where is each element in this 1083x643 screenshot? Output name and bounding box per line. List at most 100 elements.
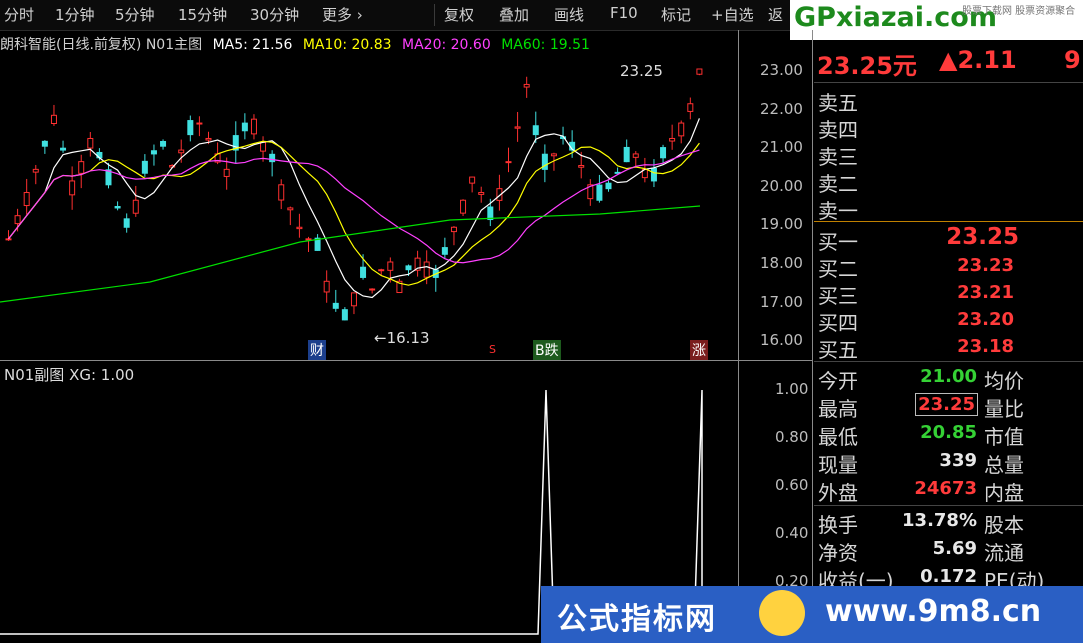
high-value: 23.25 bbox=[915, 393, 978, 416]
market-cap-label: 市值 bbox=[984, 425, 1024, 449]
candle-body bbox=[150, 150, 157, 155]
high-label: 最高 bbox=[818, 397, 858, 421]
candle-body bbox=[387, 261, 394, 271]
draw-line-button[interactable]: 画线 bbox=[554, 4, 584, 25]
ma5-line bbox=[8, 118, 700, 299]
tab-15min[interactable]: 15分钟 bbox=[178, 4, 227, 25]
inner-volume-label: 内盘 bbox=[984, 481, 1024, 505]
sell-signal-tag[interactable]: S bbox=[487, 343, 498, 356]
main-y-tick: 20.00 bbox=[760, 176, 803, 195]
eps-value: 0.172 bbox=[920, 566, 977, 587]
ma5-label: MA5: 21.56 bbox=[212, 37, 293, 53]
net-assets-value: 5.69 bbox=[932, 538, 977, 559]
candle-body bbox=[296, 226, 303, 230]
sell-level-4: 卖四 bbox=[818, 118, 858, 142]
tab-1min[interactable]: 1分钟 bbox=[55, 4, 95, 25]
buy-level-5: 买五 bbox=[818, 338, 858, 362]
candle-body bbox=[605, 182, 612, 190]
candle-body bbox=[660, 147, 667, 159]
candle-body bbox=[450, 226, 457, 233]
main-y-tick: 23.00 bbox=[760, 61, 803, 79]
price-change: ▲2.11 bbox=[939, 46, 1017, 74]
candle-body bbox=[141, 160, 148, 174]
quote-panel: 23.25元 ▲2.11 9 卖五 卖四 卖三 卖二 卖一 买一 23.25 买… bbox=[814, 40, 1083, 643]
site-logo: GPxiazai.com 股票下载网 股票资源聚合 bbox=[790, 0, 1083, 40]
candle-body bbox=[41, 140, 48, 147]
sell-level-3: 卖三 bbox=[818, 145, 858, 169]
candle-body bbox=[69, 180, 76, 196]
f10-button[interactable]: F10 bbox=[610, 4, 638, 22]
sub-y-tick: 0.60 bbox=[775, 476, 809, 494]
low-price-label: ←16.13 bbox=[374, 329, 430, 347]
rise-tag[interactable]: 涨 bbox=[690, 340, 708, 360]
float-label: 流通 bbox=[984, 541, 1024, 565]
buy-level-2: 买二 bbox=[818, 257, 858, 281]
candle-body bbox=[487, 206, 494, 221]
candle-body bbox=[160, 140, 167, 147]
add-watchlist-button[interactable]: +自选 bbox=[711, 4, 754, 25]
back-button[interactable]: 返 bbox=[768, 4, 783, 25]
banner-logo-icon bbox=[759, 590, 805, 636]
main-y-tick: 19.00 bbox=[760, 215, 803, 234]
candle-body bbox=[60, 147, 67, 151]
candle-body bbox=[187, 120, 194, 136]
sub-y-tick: 0.80 bbox=[775, 428, 809, 446]
candle-body bbox=[205, 137, 212, 141]
candle-body bbox=[5, 238, 12, 241]
ma10-line bbox=[8, 140, 700, 286]
tab-5min[interactable]: 5分钟 bbox=[115, 4, 155, 25]
tab-30min[interactable]: 30分钟 bbox=[250, 4, 299, 25]
sub-y-tick: 0.40 bbox=[775, 524, 809, 542]
candle-body bbox=[650, 167, 657, 182]
overlay-button[interactable]: 叠加 bbox=[499, 4, 529, 25]
candle-body bbox=[241, 122, 248, 132]
buy-price-5: 23.18 bbox=[957, 336, 1014, 357]
candle-body bbox=[178, 149, 185, 154]
avg-price-label: 均价 bbox=[984, 369, 1024, 393]
buy-price-2: 23.23 bbox=[957, 255, 1014, 276]
candle-body bbox=[623, 146, 630, 163]
candle-body bbox=[323, 280, 330, 293]
candle-body bbox=[360, 266, 367, 278]
toolbar-divider bbox=[434, 4, 435, 26]
volume-ratio-label: 量比 bbox=[984, 397, 1024, 421]
share-capital-label: 股本 bbox=[984, 513, 1024, 537]
candle-body bbox=[505, 161, 512, 164]
candle-body bbox=[423, 261, 430, 278]
banner-right-text: www.9m8.cn bbox=[825, 594, 1042, 629]
candle-body bbox=[514, 126, 521, 129]
price-change-pct: 9 bbox=[1064, 46, 1081, 74]
main-y-tick: 18.00 bbox=[760, 254, 803, 272]
sell-level-1: 卖一 bbox=[818, 199, 858, 223]
buy-level-3: 买三 bbox=[818, 284, 858, 308]
buy-level-4: 买四 bbox=[818, 311, 858, 335]
candle-body bbox=[132, 199, 139, 214]
finance-tag[interactable]: 财 bbox=[308, 340, 326, 360]
candle-body bbox=[578, 165, 585, 168]
restore-rights-button[interactable]: 复权 bbox=[444, 4, 474, 25]
chart-divider bbox=[0, 360, 812, 361]
candle-body bbox=[23, 192, 30, 207]
ma20-label: MA20: 20.60 bbox=[402, 37, 491, 53]
buy-price-3: 23.21 bbox=[957, 282, 1014, 303]
candle-body bbox=[469, 176, 476, 184]
high-price-label: 23.25 bbox=[620, 62, 663, 80]
banner-left-text: 公式指标网 bbox=[557, 602, 717, 637]
mark-button[interactable]: 标记 bbox=[661, 4, 691, 25]
candle-body bbox=[114, 206, 121, 209]
buy-price-4: 23.20 bbox=[957, 309, 1014, 330]
low-label: 最低 bbox=[818, 425, 858, 449]
period-toolbar: 分时 1分钟 5分钟 15分钟 30分钟 更多 › 复权 叠加 画线 F10 标… bbox=[0, 0, 790, 31]
candle-body bbox=[250, 118, 257, 135]
candle-body bbox=[223, 168, 230, 177]
candle-body bbox=[50, 114, 57, 125]
tab-intraday[interactable]: 分时 bbox=[4, 4, 34, 25]
logo-subtext: 股票下载网 股票资源聚合 bbox=[962, 6, 1076, 17]
outer-volume-value: 24673 bbox=[914, 478, 977, 499]
candle-body bbox=[669, 137, 676, 142]
main-chart-header: 朗科智能(日线.前复权) N01主图 MA5: 21.56 MA10: 20.8… bbox=[0, 34, 596, 54]
candle-body bbox=[550, 153, 557, 157]
kline-chart[interactable]: 23.25 ←16.13 bbox=[0, 56, 740, 358]
drop-tag[interactable]: B跌 bbox=[533, 340, 561, 360]
more-menu[interactable]: 更多 › bbox=[322, 4, 363, 25]
